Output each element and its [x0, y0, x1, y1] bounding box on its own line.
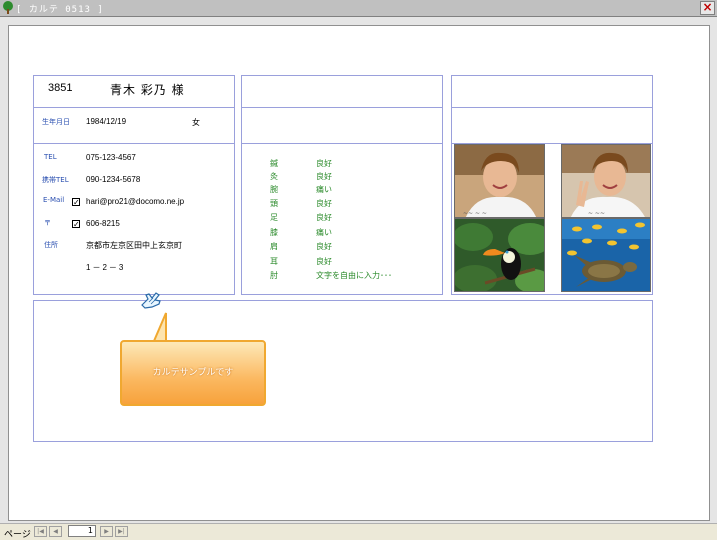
callout-tail — [152, 312, 167, 341]
toucan-photo[interactable] — [454, 218, 545, 292]
address-label: 住所 — [44, 241, 58, 249]
customer-id: 3851 — [48, 82, 73, 94]
condition-status[interactable]: 痛い — [316, 227, 332, 238]
portrait-peace-photo[interactable]: ~ ~~ — [561, 144, 651, 218]
tel-label: TEL — [44, 153, 57, 161]
condition-part: 頭 — [270, 199, 278, 208]
profile-divider — [33, 143, 235, 144]
photo-divider — [451, 107, 653, 108]
condition-part: 肘 — [270, 271, 278, 280]
status-bar: ページ |◀ ◀ 1 ▶ ▶| — [0, 523, 717, 540]
email-checkbox[interactable]: ✓ — [72, 198, 80, 207]
svg-text:~~ ~ ~: ~~ ~ ~ — [463, 210, 487, 217]
svg-text:~ ~~: ~ ~~ — [588, 210, 605, 217]
portrait-photo[interactable]: ~~ ~ ~ — [454, 144, 545, 218]
profile-box — [33, 75, 235, 295]
address-line2[interactable]: 1－2－3 — [86, 262, 125, 273]
window-title: [ カルテ 0513 ] — [16, 5, 104, 15]
last-page-button[interactable]: ▶| — [115, 526, 128, 537]
condition-part: 腕 — [270, 185, 278, 194]
condition-status[interactable]: 良好 — [316, 256, 332, 267]
condition-status[interactable]: 良好 — [316, 171, 332, 182]
mobile-value[interactable]: 090-1234-5678 — [86, 175, 140, 184]
page-number-input[interactable]: 1 — [68, 525, 96, 537]
condition-status[interactable]: 良好 — [316, 198, 332, 209]
zip-label: 〒 — [44, 219, 51, 227]
zip-checkbox[interactable]: ✓ — [72, 220, 80, 229]
condition-status[interactable]: 良好 — [316, 241, 332, 252]
next-page-button[interactable]: ▶ — [100, 526, 113, 537]
sample-callout: カルテサンプルです — [120, 340, 266, 406]
close-button[interactable]: × — [700, 1, 715, 15]
condition-part: 耳 — [270, 257, 278, 266]
first-page-button[interactable]: |◀ — [34, 526, 47, 537]
customer-name: 青木 彩乃 様 — [110, 83, 185, 97]
condition-part: 肩 — [270, 242, 278, 251]
birthday-value[interactable]: 1984/12/19 — [86, 117, 126, 126]
gender-value[interactable]: 女 — [192, 117, 200, 128]
mobile-label: 携帯TEL — [42, 176, 69, 184]
condition-divider — [241, 107, 443, 108]
condition-status[interactable]: 痛い — [316, 184, 332, 195]
email-value[interactable]: hari@pro21@docomo.ne.jp — [86, 197, 184, 206]
profile-divider — [33, 107, 235, 108]
hand-pointer-icon — [141, 292, 161, 309]
zip-value[interactable]: 606-8215 — [86, 219, 120, 228]
address-line1[interactable]: 京都市左京区田中上玄京町 — [86, 240, 182, 251]
condition-part: 膝 — [270, 228, 278, 237]
condition-status[interactable]: 良好 — [316, 158, 332, 169]
prev-page-button[interactable]: ◀ — [49, 526, 62, 537]
birthday-label: 生年月日 — [42, 118, 70, 126]
sea-turtle-photo[interactable] — [561, 218, 651, 292]
condition-part: 灸 — [270, 172, 278, 181]
condition-part: 足 — [270, 213, 278, 222]
title-bar: [ カルテ 0513 ] × — [0, 0, 717, 17]
tree-icon — [3, 1, 13, 14]
condition-status[interactable]: 良好 — [316, 212, 332, 223]
page-label: ページ — [4, 530, 31, 540]
condition-divider — [241, 143, 443, 144]
condition-status[interactable]: 文字を自由に入力･･･ — [316, 270, 392, 281]
email-label: E-Mail — [43, 196, 65, 204]
tel-value[interactable]: 075-123-4567 — [86, 153, 136, 162]
condition-part: 鍼 — [270, 159, 278, 168]
